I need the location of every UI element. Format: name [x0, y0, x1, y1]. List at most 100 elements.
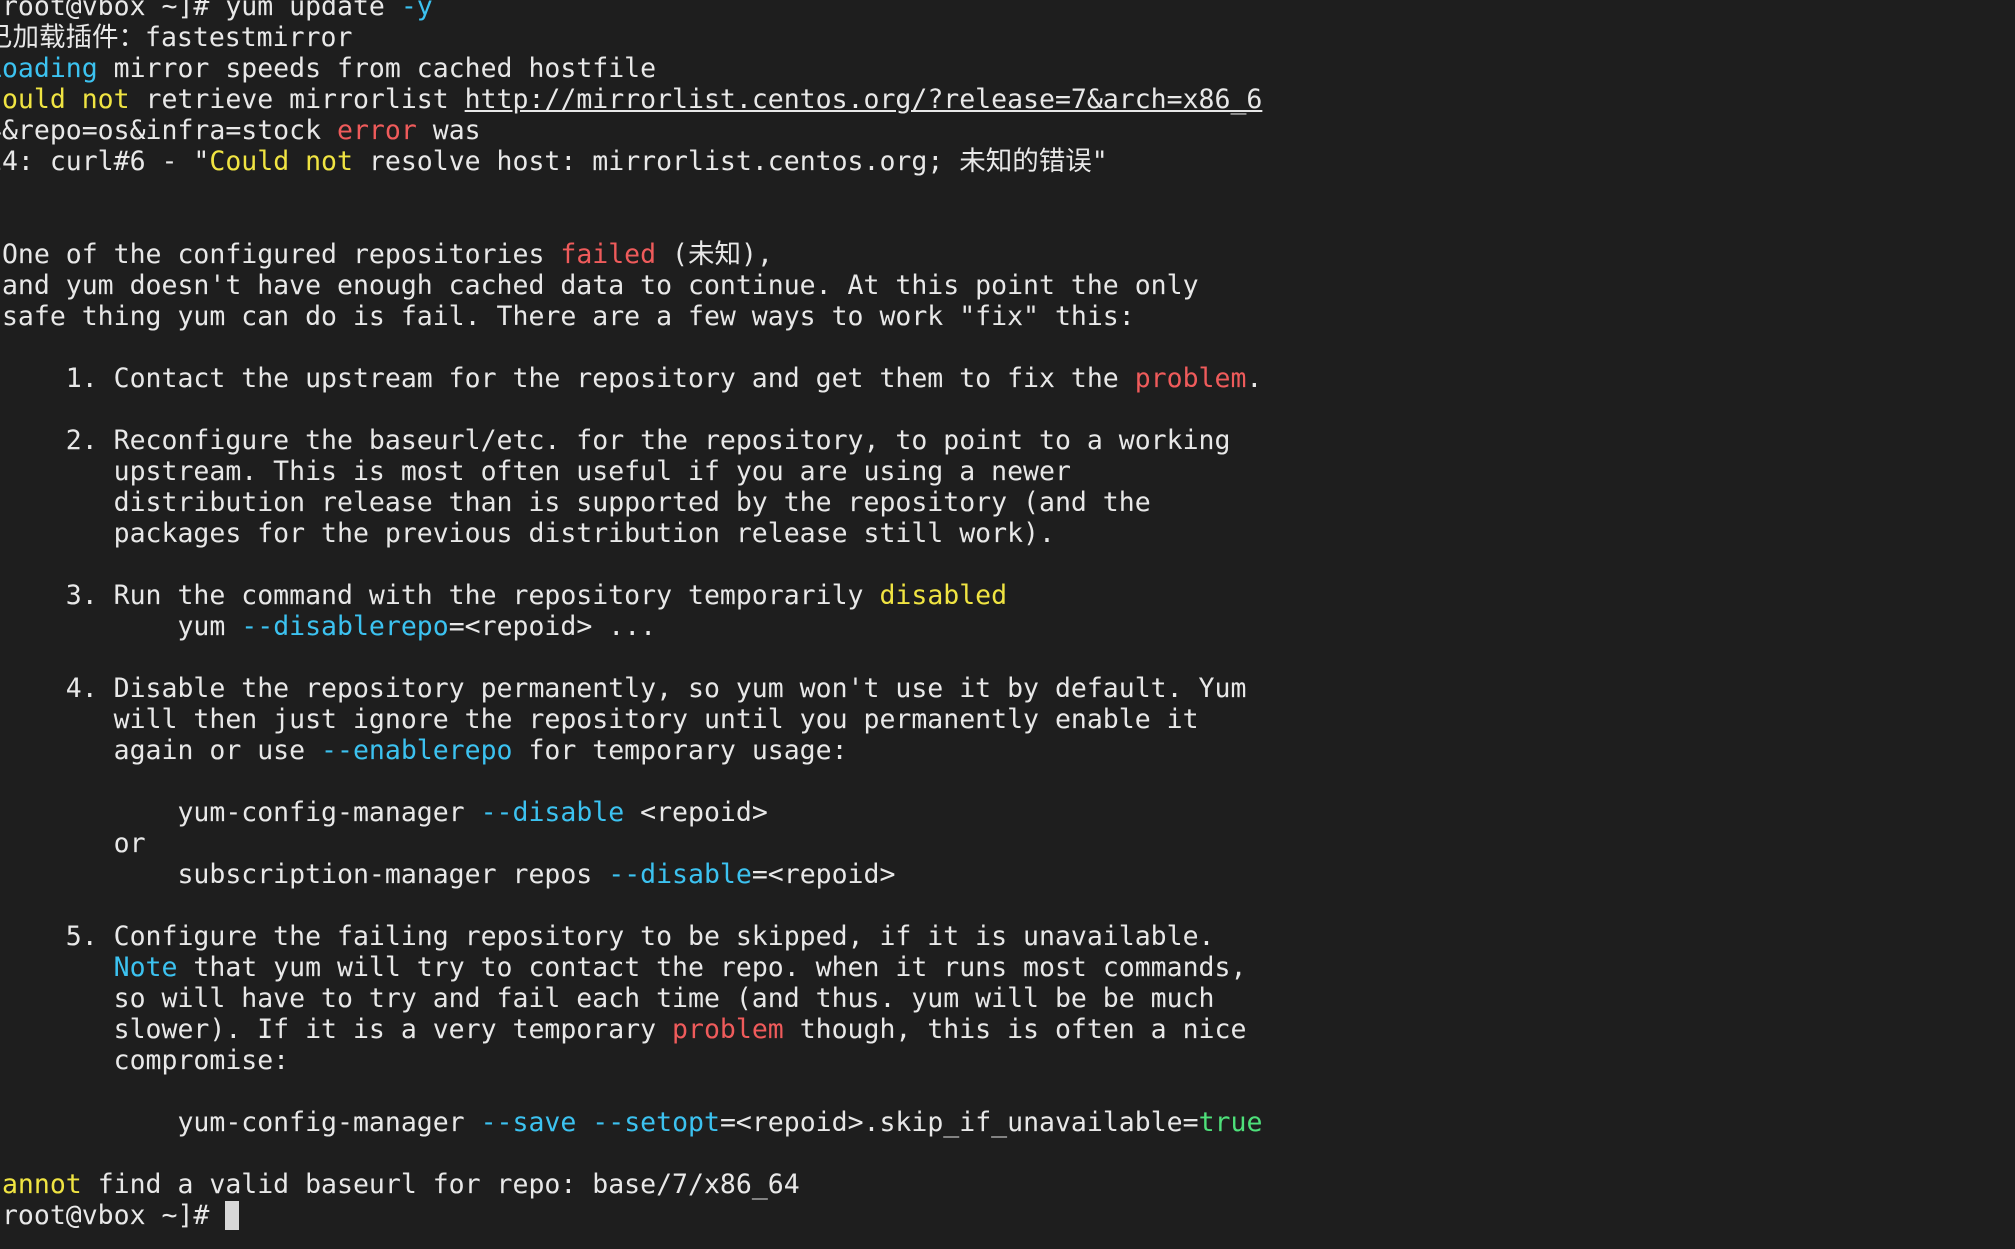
terminal-line: again or use --enablerepo for temporary …: [0, 735, 1262, 766]
terminal-text: One of the configured repositories: [0, 239, 561, 270]
terminal-text: for temporary usage:: [512, 735, 848, 766]
terminal-text: again or use: [0, 735, 322, 766]
terminal-line: so will have to try and fail each time (…: [0, 983, 1262, 1014]
terminal-text: subscription-manager repos: [0, 859, 609, 890]
terminal-text: mirror speeds from cached hostfile: [97, 53, 657, 84]
terminal-line: 1. Contact the upstream for the reposito…: [0, 363, 1263, 394]
terminal-text: --setopt: [592, 1107, 720, 1138]
terminal-line: Loading mirror speeds from cached hostfi…: [0, 53, 1262, 84]
terminal-text: [root@vbox ~]#: [0, 1200, 226, 1231]
terminal-text: Cannot: [0, 1169, 82, 1200]
terminal-text: --disable: [608, 859, 752, 890]
terminal-line: will then just ignore the repository unt…: [0, 704, 1262, 735]
terminal-text: will then just ignore the repository unt…: [0, 704, 1199, 735]
terminal-text: .: [1246, 363, 1263, 394]
terminal-text: or: [0, 828, 146, 859]
terminal-line: Cannot find a valid baseurl for repo: ba…: [0, 1169, 1262, 1200]
terminal-line: 5. Configure the failing repository to b…: [0, 921, 1262, 952]
terminal-text: problem: [1134, 363, 1247, 394]
terminal-line: Note that yum will try to contact the re…: [0, 952, 1262, 983]
terminal-text: 1. Contact the upstream for the reposito…: [0, 363, 1135, 394]
terminal-text: was: [416, 115, 481, 146]
terminal-line: 已加载插件：fastestmirror: [0, 22, 1262, 53]
terminal-line: One of the configured repositories faile…: [0, 239, 1262, 270]
terminal-text: upstream. This is most often useful if y…: [0, 456, 1071, 487]
terminal-text: 14: curl#6 - ": [0, 146, 210, 177]
terminal-text: 2. Reconfigure the baseurl/etc. for the …: [0, 425, 1231, 456]
terminal-text: true: [1198, 1107, 1263, 1138]
terminal-text: yum-config-manager: [0, 1107, 481, 1138]
terminal-line: yum-config-manager --disable <repoid>: [0, 797, 1262, 828]
terminal-text: [root@vbox ~]# yum update: [0, 0, 401, 22]
terminal-text: --enablerepo: [321, 735, 513, 766]
terminal-text: disabled: [879, 580, 1008, 611]
terminal-line: compromise:: [0, 1045, 1262, 1076]
mirrorlist-url-link[interactable]: http://mirrorlist.centos.org/?release=7&…: [465, 84, 1263, 115]
terminal-line: and yum doesn't have enough cached data …: [0, 270, 1262, 301]
terminal-text: though, this is often a nice: [783, 1014, 1247, 1045]
terminal-text: =<repoid> ...: [448, 611, 657, 642]
terminal-text: yum-config-manager: [0, 797, 481, 828]
terminal-text: 4. Disable the repository permanently, s…: [0, 673, 1247, 704]
terminal-text: packages for the previous distribution r…: [0, 518, 1055, 549]
terminal-text: Note: [113, 952, 178, 983]
terminal-line: safe thing yum can do is fail. There are…: [0, 301, 1262, 332]
terminal-text: 5. Configure the failing repository to b…: [0, 921, 1215, 952]
terminal-line: 2. Reconfigure the baseurl/etc. for the …: [0, 425, 1262, 456]
terminal-window[interactable]: [root@vbox ~]# yum update -y 已加载插件：fastes…: [0, 0, 2015, 1249]
terminal-line: yum-config-manager --save --setopt=<repo…: [0, 1107, 1262, 1138]
terminal-line: subscription-manager repos --disable=<re…: [0, 859, 1262, 890]
terminal-line: 3. Run the command with the repository t…: [0, 580, 1262, 611]
terminal-text: --disablerepo: [241, 611, 449, 642]
terminal-text: problem: [672, 1014, 784, 1045]
terminal-line: [root@vbox ~]# yum update -y: [0, 0, 1262, 22]
terminal-text: Loading: [0, 53, 98, 84]
terminal-text: so will have to try and fail each time (…: [0, 983, 1215, 1014]
terminal-line: Could not retrieve mirrorlist http://mir…: [0, 84, 1262, 115]
terminal-text: --disable: [480, 797, 625, 828]
terminal-line: packages for the previous distribution r…: [0, 518, 1262, 549]
terminal-text: -y: [400, 0, 433, 22]
terminal-text: error: [337, 115, 417, 146]
terminal-text: yum: [0, 611, 242, 642]
terminal-text: 4&repo=os&infra=stock: [0, 115, 337, 146]
terminal-text: <repoid>: [624, 797, 768, 828]
terminal-text: retrieve mirrorlist: [129, 84, 465, 115]
cursor-block: [225, 1201, 240, 1230]
terminal-text: distribution release than is supported b…: [0, 487, 1151, 518]
terminal-text: resolve host: mirrorlist.centos.org; 未知的…: [352, 146, 1108, 177]
terminal-text: find a valid baseurl for repo: base/7/x8…: [81, 1169, 800, 1200]
terminal-line: distribution release than is supported b…: [0, 487, 1262, 518]
terminal-line: 4&repo=os&infra=stock error was: [0, 115, 1262, 146]
terminal-text: safe thing yum can do is fail. There are…: [0, 301, 1135, 332]
terminal-text: Could not: [0, 84, 130, 115]
terminal-text: and yum doesn't have enough cached data …: [0, 270, 1199, 301]
terminal-line: slower). If it is a very temporary probl…: [0, 1014, 1262, 1045]
terminal-text: compromise:: [0, 1045, 290, 1076]
terminal-text: --save: [480, 1107, 577, 1138]
terminal-text: failed: [560, 239, 657, 270]
terminal-line: yum --disablerepo=<repoid> ...: [0, 611, 1262, 642]
terminal-line: 14: curl#6 - "Could not resolve host: mi…: [0, 146, 1262, 177]
terminal-output: [root@vbox ~]# yum update -y 已加载插件：fastes…: [0, 0, 1262, 1231]
terminal-text: 已加载插件：fastestmirror: [0, 22, 353, 53]
terminal-line: 4. Disable the repository permanently, s…: [0, 673, 1262, 704]
terminal-text: 3. Run the command with the repository t…: [0, 580, 880, 611]
terminal-line: upstream. This is most often useful if y…: [0, 456, 1262, 487]
terminal-text: slower). If it is a very temporary: [0, 1014, 673, 1045]
terminal-text: =<repoid>.skip_if_unavailable=: [719, 1107, 1199, 1138]
terminal-text: Could not: [209, 146, 353, 177]
terminal-text: =<repoid>: [751, 859, 896, 890]
terminal-text: that yum will try to contact the repo. w…: [177, 952, 1247, 983]
